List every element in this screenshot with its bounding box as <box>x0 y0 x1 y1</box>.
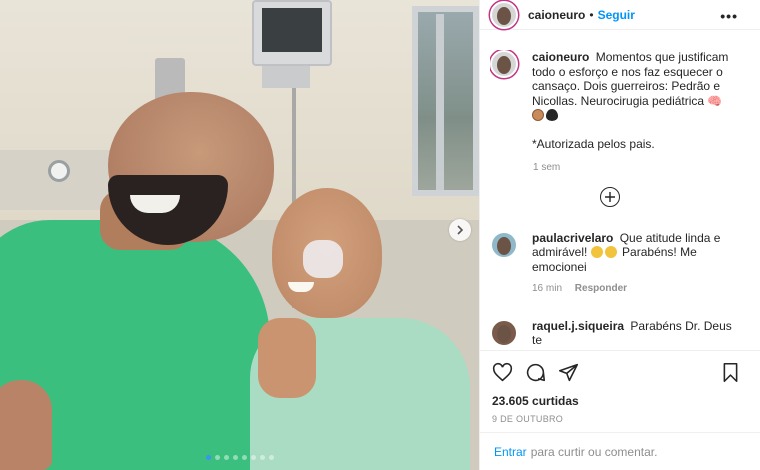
caption-avatar[interactable] <box>490 50 518 78</box>
caption-username[interactable]: caioneuro <box>532 50 589 64</box>
window-frame <box>436 14 444 190</box>
author-username[interactable]: caioneuro <box>528 8 585 22</box>
load-more-comments-button[interactable] <box>600 186 620 207</box>
reply-button[interactable]: Responder <box>575 283 627 294</box>
carousel-dot <box>260 455 265 460</box>
post-side-panel: caioneuro • Seguir ••• caioneuro Momento… <box>479 0 760 470</box>
clap-emoji-icon <box>590 246 603 258</box>
comment-text-block: paulacrivelaro Que atitude linda e admir… <box>532 231 732 297</box>
post-date[interactable]: 9 de outubro <box>492 414 749 424</box>
action-icons <box>492 361 749 383</box>
commenter-avatar[interactable] <box>490 318 518 347</box>
comment-item: paulacrivelaro Que atitude linda e admir… <box>490 230 740 297</box>
carousel-dot <box>224 455 229 460</box>
header-separator: • <box>589 7 594 22</box>
carousel-dot <box>242 455 247 460</box>
monitor-stand <box>262 66 310 88</box>
carousel-dot <box>251 455 256 460</box>
heart-icon[interactable] <box>492 362 513 383</box>
comment-time[interactable]: 16 min <box>532 283 562 294</box>
brain-emoji-icon: 🧠 <box>707 93 723 108</box>
post-actions: 23.605 curtidas 9 de outubro <box>480 350 760 424</box>
comment-item: raquel.j.siqueira Parabéns Dr. Deus te <box>490 318 740 348</box>
chevron-right-icon <box>457 225 464 235</box>
author-avatar[interactable] <box>490 0 518 29</box>
oxygen-gauge <box>48 160 70 182</box>
black-heart-emoji-icon <box>546 109 558 121</box>
bookmark-icon[interactable] <box>720 362 741 383</box>
plus-circle-icon <box>605 191 615 202</box>
man-thumb-up <box>0 380 52 470</box>
caption: caioneuro Momentos que justificam todo o… <box>490 50 740 152</box>
commenter-username[interactable]: raquel.j.siqueira <box>532 319 624 333</box>
carousel-next-button[interactable] <box>449 219 471 241</box>
caption-text-block: caioneuro Momentos que justificam todo o… <box>532 50 732 152</box>
share-icon[interactable] <box>558 362 579 383</box>
monitor-screen <box>262 8 322 52</box>
comment-meta: 16 min Responder <box>532 282 732 297</box>
caption-time[interactable]: 1 sem <box>533 162 740 173</box>
login-bar: Entrar para curtir ou comentar. <box>480 432 760 470</box>
login-link[interactable]: Entrar <box>494 445 527 459</box>
carousel-dot <box>215 455 220 460</box>
carousel-dot <box>206 455 211 460</box>
commenter-username[interactable]: paulacrivelaro <box>532 231 613 245</box>
boy-emoji-icon <box>532 109 544 121</box>
login-text: para curtir ou comentar. <box>530 444 658 459</box>
post-header: caioneuro • Seguir ••• <box>480 0 760 30</box>
post-photo[interactable] <box>0 0 479 470</box>
comment-icon[interactable] <box>525 362 546 383</box>
caption-note: *Autorizada pelos pais. <box>532 137 655 151</box>
comments-section[interactable]: caioneuro Momentos que justificam todo o… <box>490 50 740 348</box>
likes-count[interactable]: 23.605 curtidas <box>492 394 749 408</box>
commenter-avatar[interactable] <box>490 230 518 259</box>
eye-patch <box>303 240 343 278</box>
carousel-dot <box>269 455 274 460</box>
window <box>412 6 479 196</box>
more-options-icon[interactable]: ••• <box>720 8 738 24</box>
comment-text-block: raquel.j.siqueira Parabéns Dr. Deus te <box>532 319 732 348</box>
clap-emoji-icon <box>604 246 617 258</box>
carousel-dot <box>233 455 238 460</box>
follow-button[interactable]: Seguir <box>598 8 635 22</box>
carousel-dots <box>206 455 274 460</box>
boy-thumb-up <box>258 318 316 398</box>
